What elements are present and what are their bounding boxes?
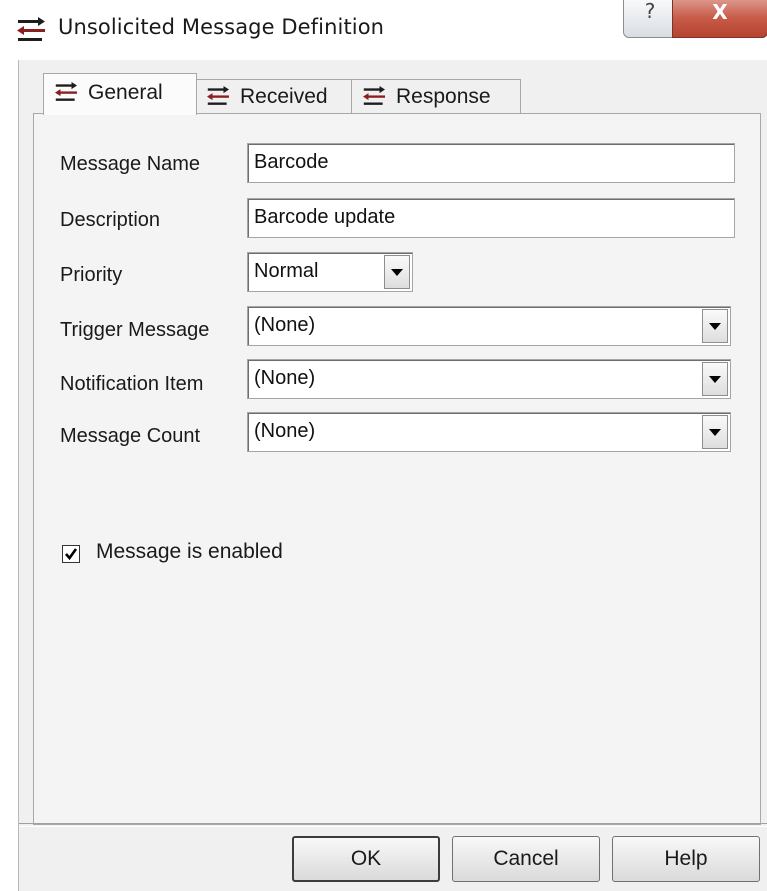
message-enabled-checkbox[interactable] <box>62 545 80 563</box>
description-value: Barcode update <box>254 206 396 228</box>
notification-item-select[interactable]: (None) <box>247 359 731 399</box>
message-count-label: Message Count <box>60 425 201 447</box>
description-input[interactable]: Barcode update <box>247 198 735 238</box>
chevron-down-icon <box>709 376 721 383</box>
chevron-down-icon <box>709 429 721 436</box>
close-button[interactable]: X <box>672 0 767 38</box>
priority-select[interactable]: Normal <box>247 252 413 292</box>
transfer-arrows-icon <box>207 86 229 105</box>
message-name-label: Message Name <box>60 153 201 175</box>
notification-item-value: (None) <box>254 367 316 389</box>
tab-received-label: Received <box>240 85 328 108</box>
message-enabled-label: Message is enabled <box>96 540 283 563</box>
trigger-message-label: Trigger Message <box>60 319 210 341</box>
message-count-value: (None) <box>254 420 316 442</box>
chevron-down-icon <box>391 269 403 276</box>
tab-response-label: Response <box>396 85 491 108</box>
priority-dropdown-button[interactable] <box>384 255 410 289</box>
transfer-arrows-icon <box>17 17 45 41</box>
checkmark-icon <box>65 548 78 561</box>
notification-item-dropdown-button[interactable] <box>702 362 728 396</box>
tab-response[interactable]: Response <box>351 79 521 114</box>
message-count-dropdown-button[interactable] <box>702 415 728 449</box>
priority-label: Priority <box>60 264 123 286</box>
message-name-input[interactable]: Barcode <box>247 143 735 183</box>
title-bar[interactable]: Unsolicited Message Definition ? X <box>0 0 767 60</box>
trigger-message-dropdown-button[interactable] <box>702 309 728 343</box>
help-button[interactable]: Help <box>612 836 760 882</box>
priority-value: Normal <box>254 260 319 282</box>
dialog-body: General Received Response Message Name B… <box>18 60 767 891</box>
description-label: Description <box>60 209 161 231</box>
close-icon: X <box>712 0 728 24</box>
trigger-message-select[interactable]: (None) <box>247 306 731 346</box>
transfer-arrows-icon <box>55 82 77 101</box>
tab-general[interactable]: General <box>43 73 197 115</box>
trigger-message-value: (None) <box>254 314 316 336</box>
chevron-down-icon <box>709 323 721 330</box>
general-tab-panel: Message Name Barcode Description Barcode… <box>33 113 761 825</box>
notification-item-label: Notification Item <box>60 373 204 395</box>
question-mark-icon: ? <box>644 0 656 23</box>
cancel-button[interactable]: Cancel <box>452 836 600 882</box>
window-title: Unsolicited Message Definition <box>58 15 385 39</box>
message-count-select[interactable]: (None) <box>247 412 731 452</box>
footer-divider <box>19 823 767 827</box>
transfer-arrows-icon <box>363 86 385 105</box>
message-name-value: Barcode <box>254 151 329 173</box>
tab-received[interactable]: Received <box>195 79 353 114</box>
help-caption-button[interactable]: ? <box>623 0 677 38</box>
ok-button[interactable]: OK <box>292 836 440 882</box>
tab-general-label: General <box>88 81 163 104</box>
